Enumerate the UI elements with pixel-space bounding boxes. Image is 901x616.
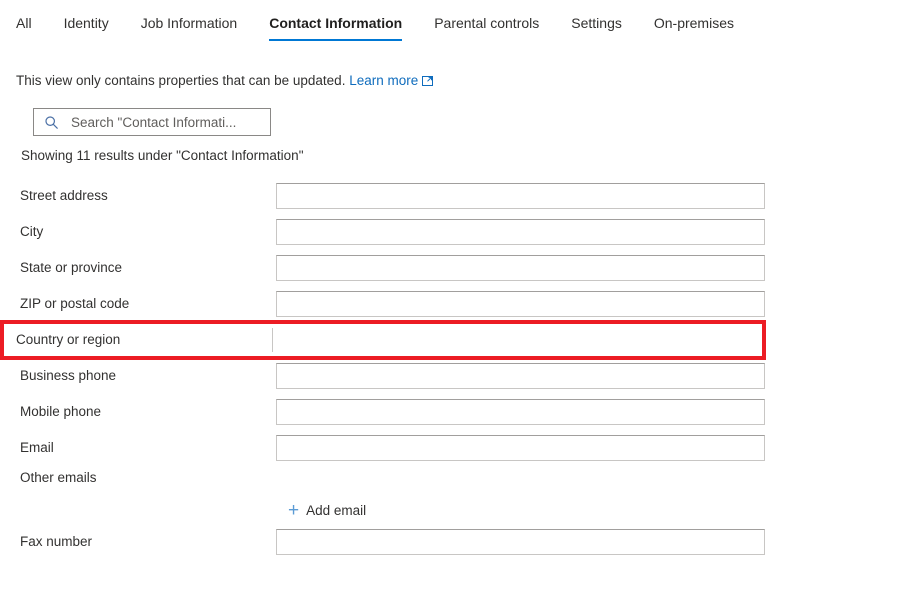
- form-row-fax-number: Fax number: [0, 522, 901, 562]
- results-count: Showing 11 results under "Contact Inform…: [21, 148, 304, 163]
- form-row-business-phone: Business phone: [0, 356, 901, 396]
- add-email-button[interactable]: + Add email: [288, 499, 367, 521]
- plus-icon: +: [288, 499, 300, 521]
- field-label: ZIP or postal code: [20, 296, 130, 311]
- form-row-state-or-province: State or province: [0, 248, 901, 288]
- form-row-city: City: [0, 212, 901, 252]
- country-or-region-input[interactable]: [268, 327, 757, 353]
- tab-job-information[interactable]: Job Information: [141, 0, 238, 41]
- email-input[interactable]: [276, 435, 765, 461]
- learn-more-label: Learn more: [349, 73, 419, 88]
- search-icon: [44, 115, 59, 130]
- form-row-email: Email: [0, 428, 901, 468]
- form-row-zip-or-postal-code: ZIP or postal code: [0, 284, 901, 324]
- tab-on-premises[interactable]: On-premises: [654, 0, 734, 41]
- external-link-icon: [422, 74, 434, 92]
- state-or-province-input[interactable]: [276, 255, 765, 281]
- search-area: [33, 108, 901, 136]
- tab-identity[interactable]: Identity: [64, 0, 109, 41]
- city-input[interactable]: [276, 219, 765, 245]
- tab-parental-controls[interactable]: Parental controls: [434, 0, 539, 41]
- field-label: Street address: [20, 188, 108, 203]
- business-phone-input[interactable]: [276, 363, 765, 389]
- field-label: Fax number: [20, 534, 93, 549]
- tab-label: On-premises: [653, 15, 734, 31]
- add-email-label: Add email: [306, 502, 367, 518]
- tab-label: Contact Information: [269, 15, 403, 31]
- view-notice: This view only contains properties that …: [16, 72, 901, 92]
- tab-label: Parental controls: [434, 15, 540, 31]
- field-label: Mobile phone: [20, 404, 102, 419]
- form-row-country-or-region: Country or region: [0, 320, 766, 360]
- tab-label: Job Information: [140, 15, 238, 31]
- tab-all[interactable]: All: [16, 0, 32, 41]
- street-address-input[interactable]: [276, 183, 765, 209]
- tab-contact-information[interactable]: Contact Information: [269, 0, 403, 41]
- tab-label: Identity: [63, 15, 109, 31]
- properties-form: Street address City State or province ZI…: [0, 176, 901, 562]
- search-input[interactable]: [71, 114, 264, 130]
- search-box[interactable]: [33, 108, 271, 136]
- row-divider: [272, 328, 273, 352]
- fax-number-input[interactable]: [276, 529, 765, 555]
- tab-bar: All Identity Job Information Contact Inf…: [0, 0, 901, 46]
- zip-or-postal-code-input[interactable]: [276, 291, 765, 317]
- tab-label: All: [16, 15, 32, 31]
- mobile-phone-input[interactable]: [276, 399, 765, 425]
- field-label: Other emails: [20, 470, 97, 485]
- learn-more-link[interactable]: Learn more: [349, 73, 434, 88]
- field-label: Email: [20, 440, 54, 455]
- form-row-mobile-phone: Mobile phone: [0, 392, 901, 432]
- notice-text: This view only contains properties that …: [16, 73, 346, 88]
- tab-settings[interactable]: Settings: [571, 0, 622, 41]
- field-label: Business phone: [20, 368, 117, 383]
- form-row-other-emails: Other emails: [0, 464, 901, 498]
- form-row-street-address: Street address: [0, 176, 901, 216]
- field-label: State or province: [20, 260, 123, 275]
- field-label: City: [20, 224, 44, 239]
- tab-label: Settings: [571, 15, 622, 31]
- field-label: Country or region: [16, 332, 121, 347]
